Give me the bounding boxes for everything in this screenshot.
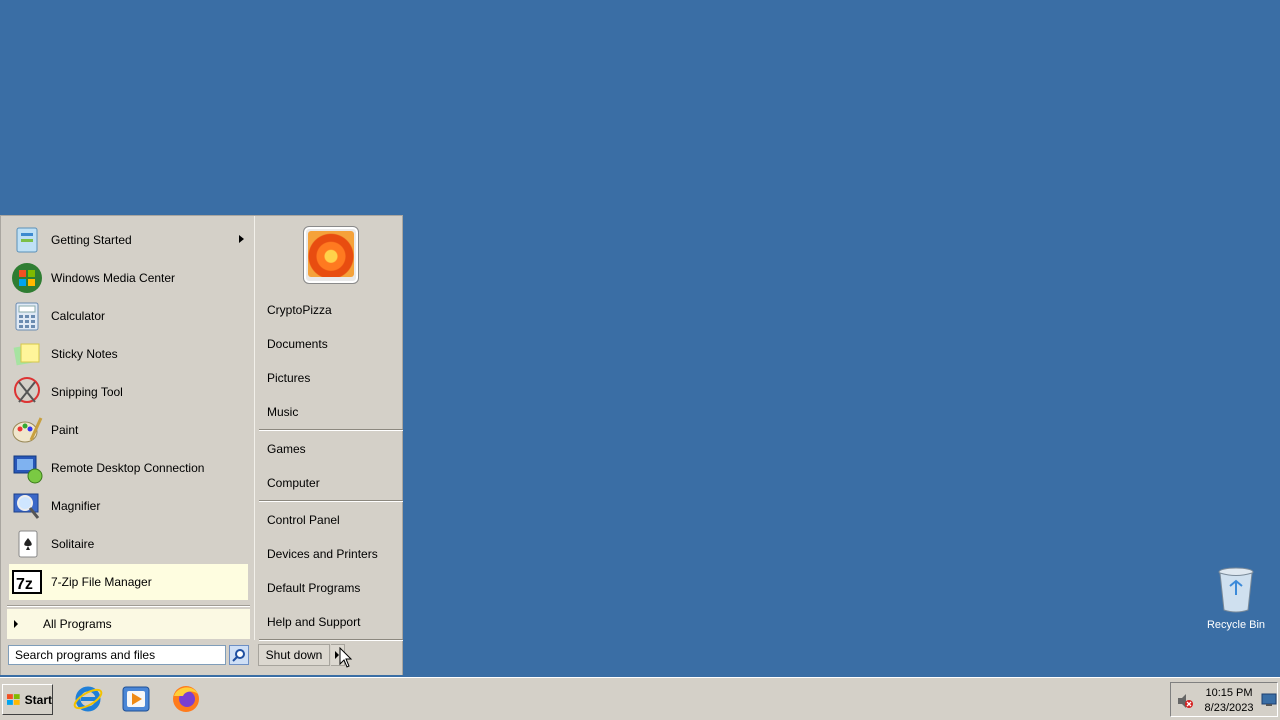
taskbar: Start 10:15 PM 8/23/2023 — [0, 677, 1280, 720]
snipping-tool-icon — [11, 376, 43, 408]
program-label: Getting Started — [51, 233, 132, 247]
search-row — [1, 641, 254, 675]
volume-muted-icon[interactable] — [1176, 693, 1194, 709]
firefox-icon[interactable] — [169, 682, 203, 716]
calculator-icon — [11, 300, 43, 332]
submenu-arrow-icon — [239, 235, 244, 243]
control-panel-link[interactable]: Control Panel — [267, 513, 340, 527]
search-input[interactable] — [8, 645, 226, 665]
program-solitaire[interactable]: Solitaire — [9, 526, 248, 562]
mouse-cursor-icon — [339, 647, 353, 668]
program-label: Snipping Tool — [51, 385, 123, 399]
program-paint[interactable]: Paint — [9, 412, 248, 448]
recycle-bin-shortcut[interactable]: Recycle Bin — [1204, 566, 1268, 631]
program-label: Paint — [51, 423, 79, 437]
start-button[interactable]: Start — [2, 684, 53, 715]
notification-area: 10:15 PM 8/23/2023 — [1170, 682, 1278, 717]
arrow-right-icon — [14, 620, 18, 628]
clock-date: 8/23/2023 — [1204, 702, 1254, 714]
program-7zip[interactable]: 7z 7-Zip File Manager — [9, 564, 248, 600]
search-button[interactable] — [229, 645, 249, 665]
remote-desktop-icon — [11, 452, 43, 484]
devices-printers-link[interactable]: Devices and Printers — [267, 547, 378, 561]
program-label: Calculator — [51, 309, 106, 323]
program-label: 7-Zip File Manager — [51, 575, 152, 589]
places-separator — [259, 500, 403, 502]
sticky-notes-icon — [11, 338, 43, 370]
recycle-bin-label: Recycle Bin — [1206, 619, 1266, 631]
shutdown-label: Shut down — [265, 648, 323, 662]
program-getting-started[interactable]: Getting Started — [9, 222, 248, 258]
user-avatar[interactable] — [303, 226, 359, 284]
7zip-icon: 7z — [11, 566, 43, 598]
user-folder-link[interactable]: CryptoPizza — [267, 303, 332, 317]
start-label: Start — [24, 692, 52, 707]
program-calculator[interactable]: Calculator — [9, 298, 248, 334]
computer-link[interactable]: Computer — [267, 476, 320, 490]
program-label: Windows Media Center — [51, 271, 176, 285]
all-programs-label: All Programs — [43, 617, 112, 631]
windows-flag-icon — [7, 693, 20, 705]
media-player-icon[interactable] — [119, 682, 153, 716]
shutdown-button[interactable]: Shut down — [258, 644, 330, 666]
svg-text:7z: 7z — [16, 576, 33, 593]
magnifier-icon — [11, 490, 43, 522]
paint-icon — [11, 414, 43, 446]
default-programs-link[interactable]: Default Programs — [267, 581, 360, 595]
search-icon — [232, 649, 245, 662]
program-snipping-tool[interactable]: Snipping Tool — [9, 374, 248, 410]
internet-explorer-icon[interactable] — [71, 682, 105, 716]
programs-separator — [7, 605, 250, 607]
pictures-link[interactable]: Pictures — [267, 371, 310, 385]
games-link[interactable]: Games — [267, 442, 306, 456]
clock-time: 10:15 PM — [1205, 687, 1253, 699]
program-sticky-notes[interactable]: Sticky Notes — [9, 336, 248, 372]
program-windows-media-center[interactable]: Windows Media Center — [9, 260, 248, 296]
recycle-bin-icon — [1218, 567, 1254, 613]
flower-picture-icon — [308, 231, 354, 277]
places-separator — [259, 639, 403, 641]
start-menu: Getting Started Windows Media Center Cal… — [0, 215, 403, 675]
program-label: Remote Desktop Connection — [51, 461, 205, 475]
program-remote-desktop[interactable]: Remote Desktop Connection — [9, 450, 248, 486]
start-menu-programs-panel: Getting Started Windows Media Center Cal… — [1, 216, 255, 640]
solitaire-icon — [11, 528, 43, 560]
program-label: Solitaire — [51, 537, 95, 551]
documents-link[interactable]: Documents — [267, 337, 328, 351]
music-link[interactable]: Music — [267, 405, 298, 419]
program-magnifier[interactable]: Magnifier — [9, 488, 248, 524]
start-menu-places-panel: CryptoPizza Documents Pictures Music Gam… — [255, 216, 403, 675]
windows-media-center-icon — [11, 262, 43, 294]
all-programs-button[interactable]: All Programs — [7, 609, 250, 639]
help-support-link[interactable]: Help and Support — [267, 615, 360, 629]
places-separator — [259, 429, 403, 431]
program-label: Magnifier — [51, 499, 101, 513]
program-label: Sticky Notes — [51, 347, 118, 361]
getting-started-icon — [11, 224, 43, 256]
show-desktop-icon[interactable] — [1261, 693, 1277, 707]
clock[interactable]: 10:15 PM 8/23/2023 — [1201, 686, 1257, 716]
